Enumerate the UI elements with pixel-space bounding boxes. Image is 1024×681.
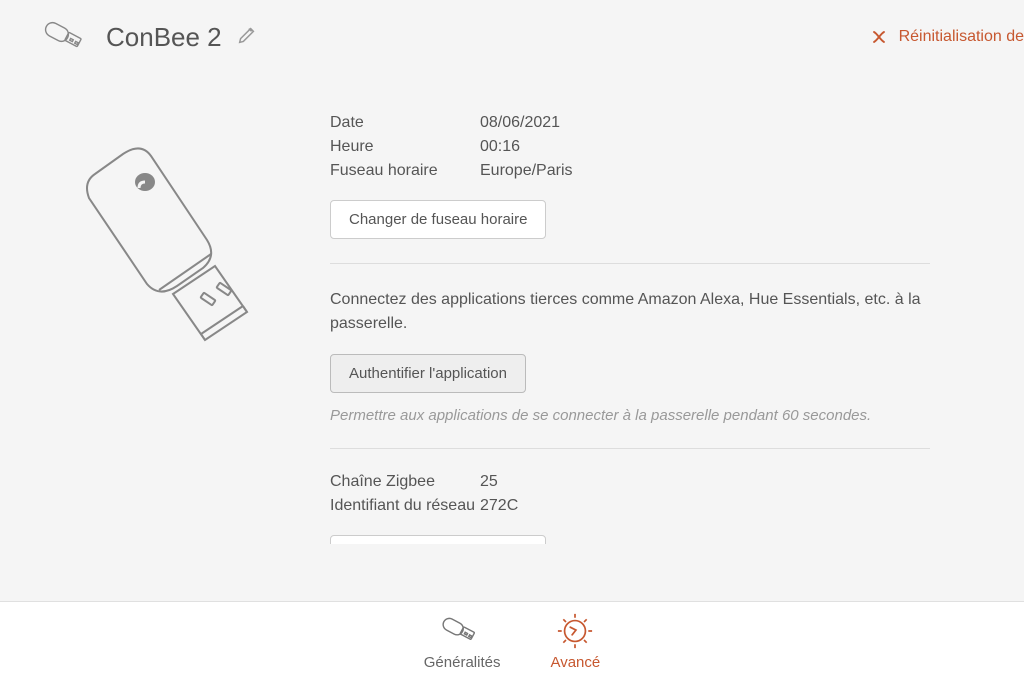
date-label: Date [330, 114, 480, 132]
pencil-icon [236, 24, 258, 46]
reset-button[interactable]: Réinitialisation de [869, 27, 1024, 47]
page-header: ConBee 2 Réinitialisation de [0, 0, 1024, 74]
content-area: Date 08/06/2021 Heure 00:16 Fuseau horai… [0, 74, 1024, 544]
reset-label: Réinitialisation de [899, 28, 1024, 46]
tab-advanced[interactable]: Avancé [550, 612, 600, 671]
zigbee-channel-label: Chaîne Zigbee [330, 473, 480, 491]
usb-dongle-icon [42, 20, 92, 54]
row-network-id: Identifiant du réseau 272C [330, 497, 930, 515]
device-image-column [40, 74, 300, 544]
row-hour: Heure 00:16 [330, 138, 930, 156]
authenticate-app-button[interactable]: Authentifier l'application [330, 354, 526, 393]
zigbee-section: Chaîne Zigbee 25 Identifiant du réseau 2… [330, 448, 930, 544]
auth-description: Connectez des applications tierces comme… [330, 288, 930, 336]
edit-name-button[interactable] [236, 24, 258, 51]
tz-value: Europe/Paris [480, 162, 573, 180]
row-zigbee-channel: Chaîne Zigbee 25 [330, 473, 930, 491]
network-id-label: Identifiant du réseau [330, 497, 480, 515]
usb-dongle-small-icon [440, 612, 484, 650]
page-title: ConBee 2 [106, 22, 222, 53]
header-left: ConBee 2 [42, 20, 258, 54]
close-x-icon [869, 27, 889, 47]
row-timezone: Fuseau horaire Europe/Paris [330, 162, 930, 180]
tz-label: Fuseau horaire [330, 162, 480, 180]
row-date: Date 08/06/2021 [330, 114, 930, 132]
bottom-tab-bar: Généralités Avancé [0, 601, 1024, 681]
usb-dongle-large-icon [55, 134, 285, 364]
network-id-value: 272C [480, 497, 518, 515]
zigbee-channel-value: 25 [480, 473, 498, 491]
auth-section: Connectez des applications tierces comme… [330, 263, 930, 448]
tab-advanced-label: Avancé [550, 654, 600, 671]
settings-column: Date 08/06/2021 Heure 00:16 Fuseau horai… [330, 74, 950, 544]
change-timezone-button[interactable]: Changer de fuseau horaire [330, 200, 546, 239]
change-zigbee-channel-button[interactable]: Changer de chaîne Zigbee [330, 535, 546, 544]
tab-general[interactable]: Généralités [424, 612, 501, 671]
hour-label: Heure [330, 138, 480, 156]
gear-icon [556, 612, 594, 650]
date-value: 08/06/2021 [480, 114, 560, 132]
hour-value: 00:16 [480, 138, 520, 156]
time-section: Date 08/06/2021 Heure 00:16 Fuseau horai… [330, 114, 930, 263]
tab-general-label: Généralités [424, 654, 501, 671]
auth-hint: Permettre aux applications de se connect… [330, 407, 930, 424]
